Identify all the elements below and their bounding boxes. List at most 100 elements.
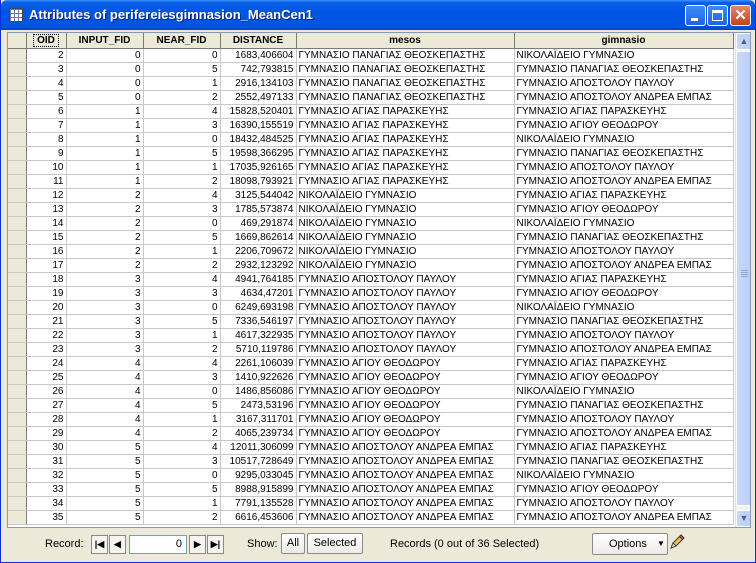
cell-near-fid[interactable]: 2 xyxy=(143,258,221,273)
row-selector[interactable] xyxy=(8,412,27,427)
cell-near-fid[interactable]: 4 xyxy=(143,440,221,455)
row-selector[interactable] xyxy=(8,188,27,203)
cell-gimnasio[interactable]: ΓΥΜΝΑΣΙΟ ΑΓΙΟΥ ΘΕΟΔΩΡΟΥ xyxy=(514,118,734,133)
cell-input-fid[interactable]: 1 xyxy=(66,160,144,175)
cell-distance[interactable]: 1669,862614 xyxy=(220,230,297,245)
table-row[interactable]: 7 1 3 16390,155519 ΓΥΜΝΑΣΙΟ ΑΓΙΑΣ ΠΑΡΑΣΚΕΥΗΣ… xyxy=(8,118,734,133)
cell-mesos[interactable]: ΝΙΚΟΛΑΪΔΕΙΟ ΓΥΜΝΑΣΙΟ xyxy=(296,258,515,273)
cell-input-fid[interactable]: 4 xyxy=(66,384,144,399)
cell-mesos[interactable]: ΓΥΜΝΑΣΙΟ ΑΓΙΑΣ ΠΑΡΑΣΚΕΥΗΣ xyxy=(296,118,515,133)
cell-gimnasio[interactable]: ΓΥΜΝΑΣΙΟ ΑΠΟΣΤΟΛΟΥ ΑΝΔΡΕΑ ΕΜΠΑΣ xyxy=(514,174,734,189)
cell-near-fid[interactable]: 1 xyxy=(143,412,221,427)
cell-oid[interactable]: 13 xyxy=(26,202,67,217)
row-selector[interactable] xyxy=(8,468,27,483)
cell-gimnasio[interactable]: ΓΥΜΝΑΣΙΟ ΑΠΟΣΤΟΛΟΥ ΠΑΥΛΟΥ xyxy=(514,160,734,175)
cell-input-fid[interactable]: 5 xyxy=(66,454,144,469)
table-row[interactable]: 16 2 1 2206,709672 ΝΙΚΟΛΑΪΔΕΙΟ ΓΥΜΝΑΣΙΟ ΓΥΜΝΑ… xyxy=(8,244,734,259)
cell-distance[interactable]: 18432,484525 xyxy=(220,132,297,147)
column-header-input-fid[interactable]: INPUT_FID xyxy=(66,33,144,49)
table-row[interactable]: 35 5 2 6616,453606 ΓΥΜΝΑΣΙΟ ΑΠΟΣΤΟΛΟΥ ΑΝΔΡΕΑ… xyxy=(8,510,734,525)
row-selector[interactable] xyxy=(8,146,27,161)
cell-mesos[interactable]: ΓΥΜΝΑΣΙΟ ΑΠΟΣΤΟΛΟΥ ΠΑΥΛΟΥ xyxy=(296,342,515,357)
cell-near-fid[interactable]: 4 xyxy=(143,188,221,203)
cell-near-fid[interactable]: 0 xyxy=(143,132,221,147)
cell-mesos[interactable]: ΓΥΜΝΑΣΙΟ ΑΓΙΑΣ ΠΑΡΑΣΚΕΥΗΣ xyxy=(296,132,515,147)
row-selector[interactable] xyxy=(8,342,27,357)
row-selector[interactable] xyxy=(8,398,27,413)
row-selector[interactable] xyxy=(8,132,27,147)
table-row[interactable]: 24 4 4 2261,106039 ΓΥΜΝΑΣΙΟ ΑΓΙΟΥ ΘΕΟΔΩΡΟΥ ΓΥ… xyxy=(8,356,734,371)
table-row[interactable]: 21 3 5 7336,546197 ΓΥΜΝΑΣΙΟ ΑΠΟΣΤΟΛΟΥ ΠΑΥΛΟΥ… xyxy=(8,314,734,329)
row-selector[interactable] xyxy=(8,454,27,469)
table-row[interactable]: 33 5 5 8988,915899 ΓΥΜΝΑΣΙΟ ΑΠΟΣΤΟΛΟΥ ΑΝΔΡΕΑ… xyxy=(8,482,734,497)
cell-near-fid[interactable]: 4 xyxy=(143,104,221,119)
cell-oid[interactable]: 11 xyxy=(26,174,67,189)
maximize-button[interactable] xyxy=(707,5,728,26)
cell-mesos[interactable]: ΓΥΜΝΑΣΙΟ ΑΓΙΑΣ ΠΑΡΑΣΚΕΥΗΣ xyxy=(296,174,515,189)
table-row[interactable]: 2 0 0 1683,406604 ΓΥΜΝΑΣΙΟ ΠΑΝΑΓΙΑΣ ΘΕΟΣΚΕΠΑ… xyxy=(8,48,734,63)
cell-input-fid[interactable]: 2 xyxy=(66,202,144,217)
table-row[interactable]: 15 2 5 1669,862614 ΝΙΚΟΛΑΪΔΕΙΟ ΓΥΜΝΑΣΙΟ ΓΥΜΝΑ… xyxy=(8,230,734,245)
cell-near-fid[interactable]: 2 xyxy=(143,174,221,189)
cell-mesos[interactable]: ΓΥΜΝΑΣΙΟ ΑΠΟΣΤΟΛΟΥ ΠΑΥΛΟΥ xyxy=(296,286,515,301)
cell-gimnasio[interactable]: ΓΥΜΝΑΣΙΟ ΑΠΟΣΤΟΛΟΥ ΠΑΥΛΟΥ xyxy=(514,412,734,427)
cell-input-fid[interactable]: 2 xyxy=(66,244,144,259)
cell-mesos[interactable]: ΓΥΜΝΑΣΙΟ ΠΑΝΑΓΙΑΣ ΘΕΟΣΚΕΠΑΣΤΗΣ xyxy=(296,48,515,63)
cell-oid[interactable]: 10 xyxy=(26,160,67,175)
cell-near-fid[interactable]: 0 xyxy=(143,384,221,399)
cell-oid[interactable]: 14 xyxy=(26,216,67,231)
cell-distance[interactable]: 16390,155519 xyxy=(220,118,297,133)
cell-distance[interactable]: 6616,453606 xyxy=(220,510,297,525)
cell-distance[interactable]: 2206,709672 xyxy=(220,244,297,259)
cell-oid[interactable]: 16 xyxy=(26,244,67,259)
cell-input-fid[interactable]: 3 xyxy=(66,342,144,357)
cell-input-fid[interactable]: 4 xyxy=(66,356,144,371)
cell-gimnasio[interactable]: ΓΥΜΝΑΣΙΟ ΑΓΙΑΣ ΠΑΡΑΣΚΕΥΗΣ xyxy=(514,272,734,287)
cell-gimnasio[interactable]: ΓΥΜΝΑΣΙΟ ΑΓΙΟΥ ΘΕΟΔΩΡΟΥ xyxy=(514,202,734,217)
cell-distance[interactable]: 19598,366295 xyxy=(220,146,297,161)
cell-near-fid[interactable]: 0 xyxy=(143,468,221,483)
cell-mesos[interactable]: ΓΥΜΝΑΣΙΟ ΑΓΙΑΣ ΠΑΡΑΣΚΕΥΗΣ xyxy=(296,146,515,161)
cell-input-fid[interactable]: 0 xyxy=(66,62,144,77)
cell-distance[interactable]: 2473,53196 xyxy=(220,398,297,413)
cell-input-fid[interactable]: 0 xyxy=(66,48,144,63)
cell-mesos[interactable]: ΓΥΜΝΑΣΙΟ ΑΓΙΟΥ ΘΕΟΔΩΡΟΥ xyxy=(296,398,515,413)
row-selector[interactable] xyxy=(8,482,27,497)
cell-near-fid[interactable]: 1 xyxy=(143,496,221,511)
table-row[interactable]: 14 2 0 469,291874 ΝΙΚΟΛΑΪΔΕΙΟ ΓΥΜΝΑΣΙΟ ΝΙΚΟΛΑ… xyxy=(8,216,734,231)
cell-mesos[interactable]: ΓΥΜΝΑΣΙΟ ΑΠΟΣΤΟΛΟΥ ΑΝΔΡΕΑ ΕΜΠΑΣ xyxy=(296,510,515,525)
cell-oid[interactable]: 27 xyxy=(26,398,67,413)
cell-distance[interactable]: 469,291874 xyxy=(220,216,297,231)
cell-distance[interactable]: 15828,520401 xyxy=(220,104,297,119)
row-selector[interactable] xyxy=(8,90,27,105)
cell-near-fid[interactable]: 5 xyxy=(143,314,221,329)
cell-oid[interactable]: 26 xyxy=(26,384,67,399)
cell-gimnasio[interactable]: ΓΥΜΝΑΣΙΟ ΑΠΟΣΤΟΛΟΥ ΑΝΔΡΕΑ ΕΜΠΑΣ xyxy=(514,342,734,357)
cell-gimnasio[interactable]: ΝΙΚΟΛΑΪΔΕΙΟ ΓΥΜΝΑΣΙΟ xyxy=(514,300,734,315)
cell-near-fid[interactable]: 2 xyxy=(143,342,221,357)
cell-mesos[interactable]: ΓΥΜΝΑΣΙΟ ΑΠΟΣΤΟΛΟΥ ΑΝΔΡΕΑ ΕΜΠΑΣ xyxy=(296,468,515,483)
cell-input-fid[interactable]: 5 xyxy=(66,440,144,455)
cell-gimnasio[interactable]: ΓΥΜΝΑΣΙΟ ΠΑΝΑΓΙΑΣ ΘΕΟΣΚΕΠΑΣΤΗΣ xyxy=(514,230,734,245)
table-row[interactable]: 32 5 0 9295,033045 ΓΥΜΝΑΣΙΟ ΑΠΟΣΤΟΛΟΥ ΑΝΔΡΕΑ… xyxy=(8,468,734,483)
cell-oid[interactable]: 33 xyxy=(26,482,67,497)
cell-distance[interactable]: 2261,106039 xyxy=(220,356,297,371)
cell-input-fid[interactable]: 2 xyxy=(66,216,144,231)
cell-distance[interactable]: 18098,793921 xyxy=(220,174,297,189)
column-header-mesos[interactable]: mesos xyxy=(296,33,515,49)
cell-near-fid[interactable]: 5 xyxy=(143,62,221,77)
cell-mesos[interactable]: ΓΥΜΝΑΣΙΟ ΠΑΝΑΓΙΑΣ ΘΕΟΣΚΕΠΑΣΤΗΣ xyxy=(296,90,515,105)
cell-gimnasio[interactable]: ΓΥΜΝΑΣΙΟ ΑΓΙΟΥ ΘΕΟΔΩΡΟΥ xyxy=(514,482,734,497)
row-selector[interactable] xyxy=(8,48,27,63)
row-selector[interactable] xyxy=(8,314,27,329)
cell-near-fid[interactable]: 5 xyxy=(143,398,221,413)
cell-gimnasio[interactable]: ΓΥΜΝΑΣΙΟ ΑΓΙΑΣ ΠΑΡΑΣΚΕΥΗΣ xyxy=(514,188,734,203)
cell-gimnasio[interactable]: ΓΥΜΝΑΣΙΟ ΑΠΟΣΤΟΛΟΥ ΠΑΥΛΟΥ xyxy=(514,496,734,511)
cell-near-fid[interactable]: 3 xyxy=(143,370,221,385)
cell-distance[interactable]: 3167,311701 xyxy=(220,412,297,427)
cell-oid[interactable]: 32 xyxy=(26,468,67,483)
next-record-button[interactable]: ▶ xyxy=(189,535,206,554)
cell-input-fid[interactable]: 2 xyxy=(66,230,144,245)
cell-mesos[interactable]: ΓΥΜΝΑΣΙΟ ΑΓΙΑΣ ΠΑΡΑΣΚΕΥΗΣ xyxy=(296,160,515,175)
cell-mesos[interactable]: ΓΥΜΝΑΣΙΟ ΠΑΝΑΓΙΑΣ ΘΕΟΣΚΕΠΑΣΤΗΣ xyxy=(296,76,515,91)
